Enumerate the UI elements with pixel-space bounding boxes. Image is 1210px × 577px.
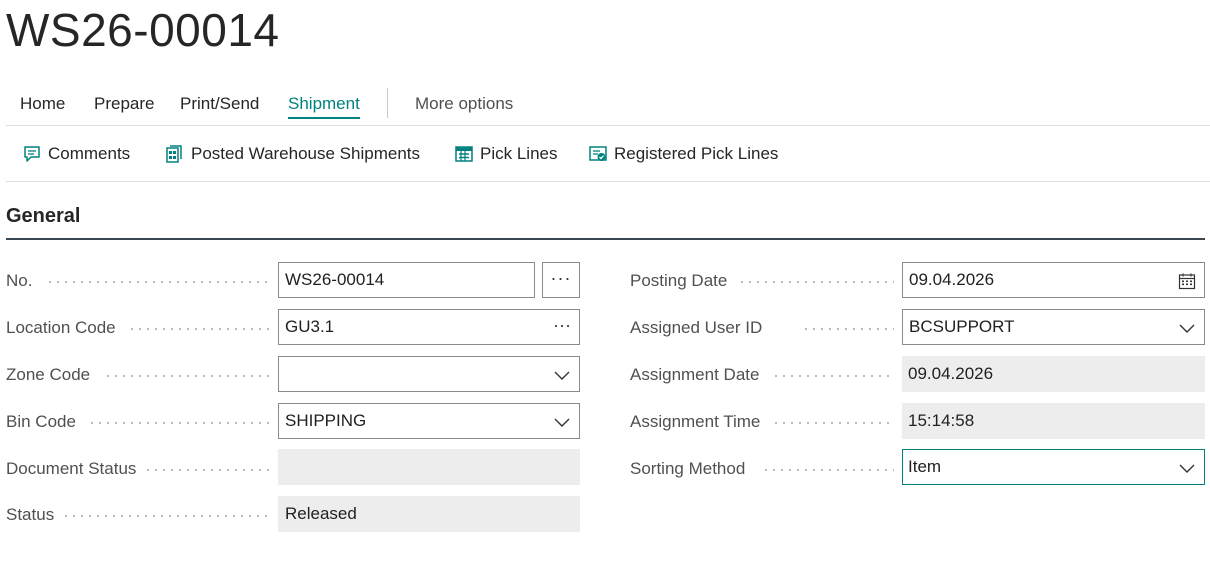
calendar-icon[interactable] xyxy=(1178,272,1196,290)
action-bar-tabs: Home Prepare Print/Send Shipment More op… xyxy=(6,86,1210,126)
location-code-field[interactable]: GU3.1 ··· xyxy=(278,309,580,345)
label-leader-dots xyxy=(62,515,270,517)
posted-warehouse-shipments-label: Posted Warehouse Shipments xyxy=(191,144,420,163)
label-leader-dots xyxy=(762,469,894,471)
section-divider xyxy=(6,238,1205,240)
zone-code-dropdown[interactable] xyxy=(278,356,580,392)
posting-date-field[interactable]: 09.04.2026 xyxy=(902,262,1205,298)
registered-pick-lines-icon xyxy=(589,146,607,161)
assignment-date-field: 09.04.2026 xyxy=(902,356,1205,392)
assignment-time-field: 15:14:58 xyxy=(902,403,1205,439)
chevron-down-icon xyxy=(554,371,570,380)
tab-separator xyxy=(387,88,388,118)
comments-action[interactable]: Comments xyxy=(22,143,130,165)
label-leader-dots xyxy=(772,422,894,424)
label-leader-dots xyxy=(772,375,894,377)
location-code-value: GU3.1 xyxy=(285,317,335,336)
bin-code-value: SHIPPING xyxy=(285,411,367,430)
label-leader-dots xyxy=(46,281,270,283)
posting-date-value: 09.04.2026 xyxy=(909,270,995,289)
label-leader-dots xyxy=(802,328,894,330)
chevron-down-icon xyxy=(554,418,570,427)
assigned-user-id-value: BCSUPPORT xyxy=(909,317,1015,336)
tab-home[interactable]: Home xyxy=(20,94,65,117)
warehouse-shipment-page: WS26-00014 Home Prepare Print/Send Shipm… xyxy=(0,0,1210,577)
posted-warehouse-shipments-action[interactable]: Posted Warehouse Shipments xyxy=(165,143,420,165)
no-field[interactable]: WS26-00014 xyxy=(278,262,535,298)
label-leader-dots xyxy=(104,375,270,377)
posted-shipments-icon xyxy=(166,145,182,163)
location-code-lookup-button[interactable]: ··· xyxy=(553,310,571,340)
tab-more-options[interactable]: More options xyxy=(415,94,513,117)
label-leader-dots xyxy=(144,469,270,471)
label-leader-dots xyxy=(128,328,270,330)
chevron-down-icon xyxy=(1179,464,1195,473)
document-status-field xyxy=(278,449,580,485)
tab-prepare[interactable]: Prepare xyxy=(94,94,154,117)
registered-pick-lines-label: Registered Pick Lines xyxy=(614,144,779,163)
comment-icon xyxy=(24,146,40,162)
registered-pick-lines-action[interactable]: Registered Pick Lines xyxy=(588,143,778,165)
pick-lines-icon xyxy=(455,146,473,162)
sorting-method-dropdown[interactable]: Item xyxy=(902,449,1205,485)
bin-code-dropdown[interactable]: SHIPPING xyxy=(278,403,580,439)
assigned-user-id-dropdown[interactable]: BCSUPPORT xyxy=(902,309,1205,345)
chevron-down-icon xyxy=(1179,324,1195,333)
label-leader-dots xyxy=(738,281,894,283)
pick-lines-label: Pick Lines xyxy=(480,144,558,163)
action-bar: Comments Posted Warehouse Shipments Pick… xyxy=(6,126,1210,182)
pick-lines-action[interactable]: Pick Lines xyxy=(454,143,557,165)
label-leader-dots xyxy=(88,422,270,424)
no-lookup-button[interactable]: ··· xyxy=(542,262,580,298)
tab-print-send[interactable]: Print/Send xyxy=(180,94,259,117)
sorting-method-value: Item xyxy=(908,457,942,476)
section-title-general[interactable]: General xyxy=(6,205,80,228)
page-title: WS26-00014 xyxy=(6,4,280,56)
status-field: Released xyxy=(278,496,580,532)
comments-label: Comments xyxy=(48,144,131,163)
tab-shipment[interactable]: Shipment xyxy=(288,94,360,119)
